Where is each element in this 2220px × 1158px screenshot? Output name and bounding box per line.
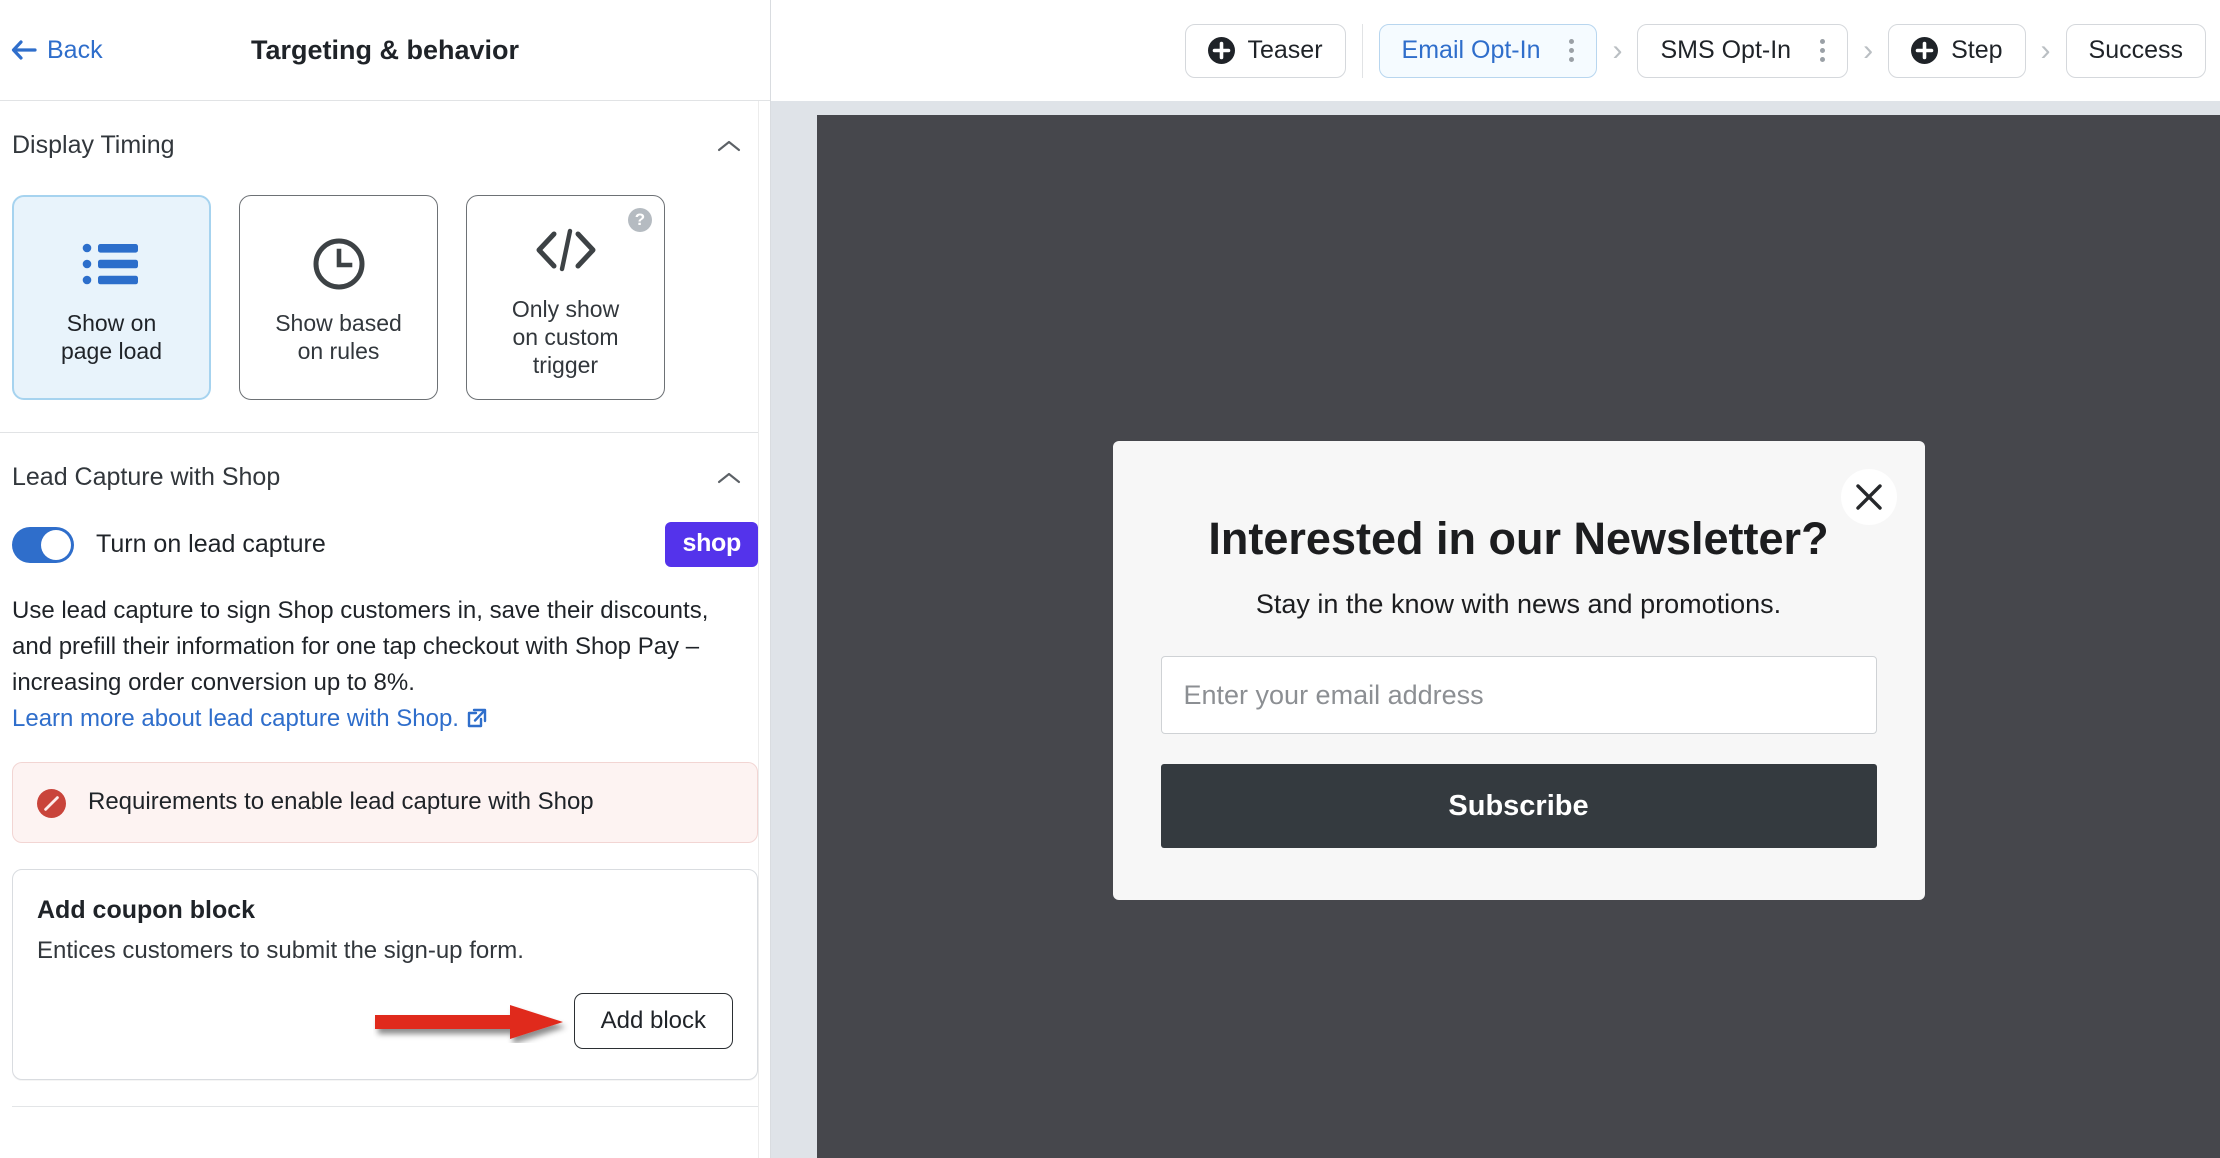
red-arrow-annotation-icon xyxy=(373,1001,573,1043)
list-icon xyxy=(81,231,143,297)
step-label: Teaser xyxy=(1247,36,1323,64)
popup-title: Interested in our Newsletter? xyxy=(1208,513,1829,564)
toolbar-divider xyxy=(1361,23,1363,78)
coupon-card-title: Add coupon block xyxy=(37,896,256,924)
timing-option-label: Only show on custom trigger xyxy=(511,295,620,378)
step-button-email-opt-in[interactable]: Email Opt-In xyxy=(1378,23,1598,78)
settings-panel: Back Targeting & behavior Display Timing xyxy=(0,0,771,1158)
clock-icon xyxy=(310,231,368,297)
learn-more-link[interactable]: Learn more about lead capture with Shop. xyxy=(12,701,487,737)
display-timing-title: Display Timing xyxy=(12,131,175,159)
timing-option-custom-trigger[interactable]: ? Only show on custom trigger xyxy=(466,195,665,400)
display-timing-header[interactable]: Display Timing xyxy=(0,101,770,160)
coupon-card-subtitle: Entices customers to submit the sign-up … xyxy=(37,937,524,964)
preview-canvas[interactable]: Interested in our Newsletter? Stay in th… xyxy=(817,115,2220,1158)
step-button-teaser[interactable]: Teaser xyxy=(1184,23,1346,78)
step-separator-icon: › xyxy=(2040,33,2051,67)
external-link-icon xyxy=(467,703,487,728)
timing-option-page-load[interactable]: Show on page load xyxy=(12,195,211,400)
plus-circle-icon xyxy=(1207,37,1235,64)
coupon-card-actions: Add block xyxy=(37,993,733,1049)
timing-option-label: Show based on rules xyxy=(275,309,402,364)
step-navigation-bar: Teaser Email Opt-In › SMS Opt-In › Step … xyxy=(771,0,2220,101)
preview-canvas-outer: Interested in our Newsletter? Stay in th… xyxy=(771,115,2220,1158)
lead-capture-toggle-label: Turn on lead capture xyxy=(96,530,326,558)
help-icon[interactable]: ? xyxy=(628,208,652,232)
step-label: SMS Opt-In xyxy=(1660,36,1792,64)
step-label: Step xyxy=(1951,36,2003,64)
panel-scroll-area: Display Timing Show on page load Show ba… xyxy=(0,101,770,1158)
shop-badge: shop xyxy=(665,522,758,567)
panel-bottom-divider xyxy=(12,1106,758,1107)
app-root: Back Targeting & behavior Display Timing xyxy=(0,0,2220,1158)
add-block-button[interactable]: Add block xyxy=(573,993,733,1049)
chevron-up-icon[interactable] xyxy=(716,138,742,154)
chevron-up-icon[interactable] xyxy=(716,470,742,486)
panel-scrollbar-thumb[interactable] xyxy=(761,101,769,621)
lead-capture-title: Lead Capture with Shop xyxy=(12,463,281,491)
lead-capture-section: Lead Capture with Shop Turn on lead capt… xyxy=(0,433,770,1107)
lead-capture-header[interactable]: Lead Capture with Shop xyxy=(0,433,770,492)
page-title: Targeting & behavior xyxy=(250,34,520,65)
step-label: Email Opt-In xyxy=(1401,36,1541,64)
step-menu-icon[interactable] xyxy=(1820,39,1826,62)
display-timing-options: Show onpage load Show basedon rules ? xyxy=(0,160,770,432)
toggle-knob xyxy=(41,529,71,560)
lead-capture-description: Use lead capture to sign Shop customers … xyxy=(12,597,709,696)
back-label: Back xyxy=(47,35,103,64)
email-input[interactable] xyxy=(1160,656,1877,734)
add-coupon-block-card: Add coupon block Entices customers to su… xyxy=(12,869,758,1080)
step-menu-icon[interactable] xyxy=(1569,39,1575,62)
step-button-add-step[interactable]: Step xyxy=(1888,23,2026,78)
step-button-sms-opt-in[interactable]: SMS Opt-In xyxy=(1637,23,1849,78)
editor-area: Teaser Email Opt-In › SMS Opt-In › Step … xyxy=(771,0,2220,1158)
lead-capture-toggle[interactable] xyxy=(12,526,74,563)
newsletter-popup: Interested in our Newsletter? Stay in th… xyxy=(1112,441,1925,900)
plus-circle-icon xyxy=(1911,37,1939,64)
panel-header: Back Targeting & behavior xyxy=(0,0,770,101)
learn-more-label: Learn more about lead capture with Shop. xyxy=(12,705,459,732)
subscribe-button[interactable]: Subscribe xyxy=(1160,764,1877,848)
close-icon[interactable] xyxy=(1840,469,1897,525)
preview-area: Interested in our Newsletter? Stay in th… xyxy=(771,101,2220,1158)
code-icon xyxy=(531,217,601,283)
lead-capture-toggle-row: Turn on lead capture shop xyxy=(0,492,770,567)
back-arrow-icon xyxy=(10,39,38,61)
panel-scrollbar[interactable] xyxy=(758,101,770,1158)
timing-option-rules[interactable]: Show based on rules xyxy=(239,195,438,400)
requirements-banner-text: Requirements to enable lead capture with… xyxy=(88,788,594,815)
lead-capture-description-block: Use lead capture to sign Shop customers … xyxy=(0,567,770,737)
step-separator-icon: › xyxy=(1863,33,1874,67)
back-button[interactable]: Back xyxy=(10,36,103,65)
popup-subtitle: Stay in the know with news and promotion… xyxy=(1255,589,1782,619)
timing-option-label: Show on page load xyxy=(60,309,163,364)
step-separator-icon: › xyxy=(1612,33,1623,67)
step-button-success[interactable]: Success xyxy=(2065,23,2206,78)
display-timing-section: Display Timing Show on page load Show ba… xyxy=(0,101,770,432)
requirements-banner[interactable]: Requirements to enable lead capture with… xyxy=(12,762,758,843)
blocked-icon xyxy=(35,787,68,820)
step-label: Success xyxy=(2088,36,2183,64)
